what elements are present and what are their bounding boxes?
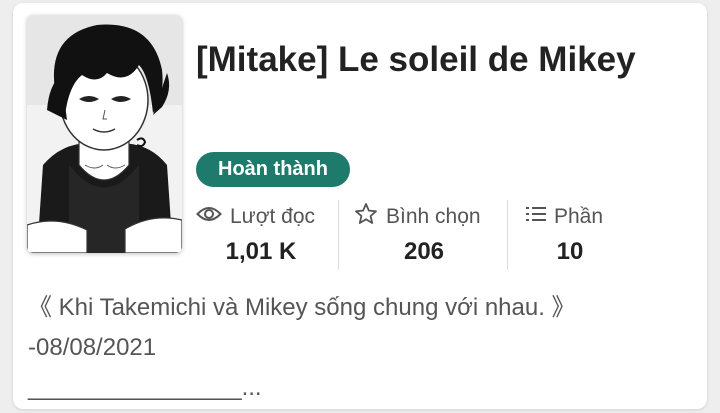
list-icon bbox=[526, 205, 546, 229]
status-badge: Hoàn thành bbox=[196, 152, 350, 187]
star-icon bbox=[354, 202, 378, 232]
votes-value: 206 bbox=[403, 238, 445, 265]
parts-label: Phần bbox=[554, 205, 604, 228]
stat-divider bbox=[507, 200, 508, 270]
description-line: 《 Khi Takemichi và Mikey sống chung với … bbox=[28, 294, 576, 321]
description-line: -08/08/2021 bbox=[28, 334, 157, 361]
cover-image[interactable] bbox=[27, 15, 182, 253]
description-line: ________________... bbox=[28, 374, 262, 401]
stat-votes: Bình chọn 206 bbox=[354, 200, 494, 270]
stat-divider bbox=[338, 200, 339, 270]
story-title[interactable]: [Mitake] Le soleil de Mikey bbox=[196, 36, 696, 84]
reads-value: 1,01 K bbox=[225, 238, 297, 265]
cover-illustration bbox=[27, 15, 182, 253]
stat-reads: Lượt đọc 1,01 K bbox=[196, 200, 326, 270]
parts-value: 10 bbox=[556, 238, 584, 265]
eye-icon bbox=[196, 204, 222, 230]
stat-parts: Phần 10 bbox=[526, 200, 614, 270]
reads-label: Lượt đọc bbox=[230, 205, 316, 228]
votes-label: Bình chọn bbox=[386, 205, 481, 228]
story-description[interactable]: 《 Khi Takemichi và Mikey sống chung với … bbox=[28, 288, 688, 408]
